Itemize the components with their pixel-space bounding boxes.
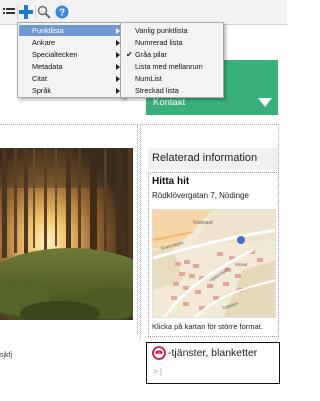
menu-item-citat[interactable]: Citat: [19, 73, 123, 84]
checkmark-icon: ✔: [126, 50, 133, 59]
forest-image: [0, 148, 133, 320]
contact-label: Kontakt: [153, 97, 186, 108]
map-label: Nolesant: [193, 220, 213, 226]
menu-item-label: Streckad lista: [135, 86, 179, 95]
submenu-item-graa-pilar[interactable]: ✔ Gråa pilar: [122, 49, 222, 60]
find-us-address: Rödklövergatan 7, Nödinge: [152, 191, 249, 200]
menu-item-label: Citat: [32, 74, 48, 83]
related-title: Relaterad information: [152, 152, 258, 164]
submenu-punktlista: Vanlig punktlista Numrerad lista ✔ Gråa p…: [120, 22, 224, 98]
menu-item-label: Vanlig punktlista: [135, 26, 188, 35]
e-services-box[interactable]: -tjänster, blanketter > |: [146, 342, 280, 384]
map-image[interactable]: Nolesant Svarsvägen Hjälpvägen Klöver Ta…: [152, 209, 276, 318]
e-logo-icon: [151, 346, 167, 360]
help-icon[interactable]: ?: [54, 4, 70, 20]
submenu-item-numrerad[interactable]: Numrerad lista: [122, 37, 222, 48]
menu-item-punktlista[interactable]: Punktlista: [19, 25, 123, 36]
context-menu: Punktlista Ankare Specialtecken Metadata…: [17, 22, 125, 98]
menu-item-label: Ankare: [32, 38, 56, 47]
e-services-input[interactable]: > |: [153, 367, 193, 379]
submenu-item-numlist[interactable]: NumList: [122, 73, 222, 84]
find-us-box: Hitta hit Rödklövergatan 7, Nödinge Nole…: [148, 172, 279, 337]
menu-item-label: Punktlista: [32, 26, 64, 35]
menu-item-label: Numrerad lista: [135, 38, 183, 47]
chevron-down-icon: [258, 98, 272, 107]
submenu-item-streckad[interactable]: Streckad lista: [122, 85, 222, 96]
menu-item-ankare[interactable]: Ankare: [19, 37, 123, 48]
menu-item-label: Språk: [32, 86, 52, 95]
menu-item-specialtecken[interactable]: Specialtecken: [19, 49, 123, 60]
menu-item-label: NumList: [135, 74, 162, 83]
find-us-title: Hitta hit: [152, 176, 190, 187]
submenu-item-vanlig[interactable]: Vanlig punktlista: [122, 25, 222, 36]
list-icon[interactable]: [1, 4, 17, 20]
menu-item-label: Metadata: [32, 62, 63, 71]
map-label: Klöver: [235, 262, 248, 267]
e-services-label: -tjänster, blanketter: [168, 347, 258, 359]
svg-text:?: ?: [59, 8, 65, 19]
menu-item-label: Specialtecken: [32, 50, 78, 59]
menu-item-sprak[interactable]: Språk: [19, 85, 123, 96]
menu-item-metadata[interactable]: Metadata: [19, 61, 123, 72]
menu-item-label: Lista med mellanrum: [135, 62, 203, 71]
zoom-icon[interactable]: [36, 4, 52, 20]
submenu-item-mellanrum[interactable]: Lista med mellanrum: [122, 61, 222, 72]
plus-icon[interactable]: [18, 4, 34, 20]
related-header: Relaterad information: [148, 148, 278, 170]
side-text: sjkfj: [0, 352, 13, 359]
menu-item-label: Gråa pilar: [135, 50, 168, 59]
map-caption: Klicka på kartan för större format.: [152, 322, 263, 331]
